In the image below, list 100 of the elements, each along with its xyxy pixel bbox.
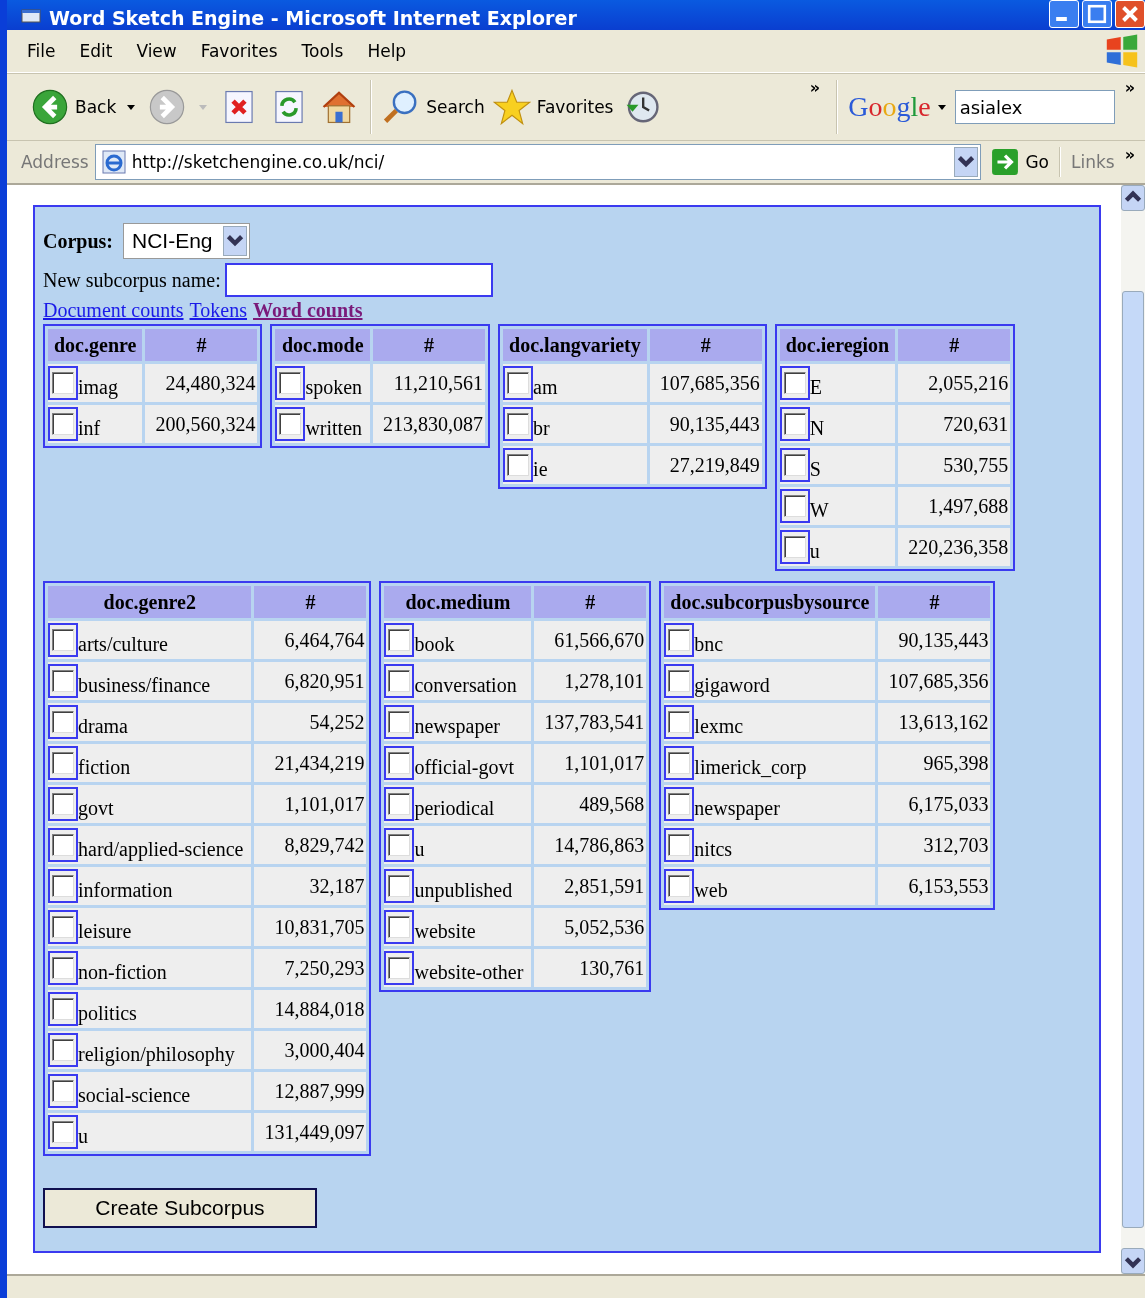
search-button[interactable]: Search bbox=[378, 86, 489, 128]
checkbox[interactable] bbox=[48, 951, 78, 985]
table-cell: 2,055,216 bbox=[898, 364, 1011, 402]
column-header: doc.mode bbox=[275, 329, 371, 361]
search-field[interactable]: asialex bbox=[954, 90, 1115, 124]
table-cell: 107,685,356 bbox=[878, 662, 991, 700]
address-field[interactable]: http://sketchengine.co.uk/nci/ bbox=[94, 144, 982, 180]
menu-item[interactable]: View bbox=[136, 41, 177, 61]
checkbox[interactable] bbox=[275, 407, 306, 441]
value-label: br bbox=[533, 415, 550, 440]
menu-item[interactable]: Edit bbox=[79, 41, 113, 61]
checkbox[interactable] bbox=[48, 787, 78, 821]
table-cell: 1,497,688 bbox=[898, 487, 1011, 525]
column-header: doc.medium bbox=[384, 586, 532, 618]
table-cell: 220,236,358 bbox=[898, 528, 1011, 566]
subcorpus-name-field[interactable] bbox=[224, 263, 493, 297]
checkbox[interactable] bbox=[48, 869, 78, 903]
table-cell: 32,187 bbox=[254, 867, 367, 905]
table-cell: 131,449,097 bbox=[254, 1113, 367, 1151]
table-cell: 13,613,162 bbox=[878, 703, 991, 741]
column-header: # bbox=[254, 586, 367, 618]
checkbox[interactable] bbox=[779, 530, 810, 564]
scrollbar[interactable] bbox=[1121, 185, 1145, 1274]
overflow-chevron[interactable]: » bbox=[1124, 78, 1135, 97]
forward-icon[interactable] bbox=[148, 88, 187, 126]
checkbox[interactable] bbox=[384, 869, 415, 903]
checkbox[interactable] bbox=[48, 407, 78, 441]
value-label: social-science bbox=[78, 1082, 191, 1107]
checkbox[interactable] bbox=[503, 366, 534, 400]
checkbox[interactable] bbox=[779, 407, 810, 441]
go-button[interactable]: Go bbox=[987, 146, 1053, 178]
checkbox[interactable] bbox=[503, 407, 534, 441]
checkbox[interactable] bbox=[384, 787, 415, 821]
subcorpus-name-label: New subcorpus name: bbox=[43, 268, 221, 292]
checkbox[interactable] bbox=[48, 746, 78, 780]
checkbox[interactable] bbox=[48, 910, 78, 944]
checkbox[interactable] bbox=[48, 366, 78, 400]
back-button[interactable]: Back bbox=[27, 86, 121, 128]
corpus-select[interactable]: NCI-Eng bbox=[123, 223, 250, 259]
window-title: Word Sketch Engine - Microsoft Internet Explorer bbox=[49, 6, 578, 30]
close-button[interactable] bbox=[1115, 0, 1145, 28]
checkbox[interactable] bbox=[384, 951, 415, 985]
checkbox[interactable] bbox=[384, 705, 415, 739]
create-subcorpus-button[interactable]: Create Subcorpus bbox=[43, 1188, 317, 1228]
checkbox[interactable] bbox=[664, 746, 695, 780]
count-link[interactable]: Word counts bbox=[253, 299, 363, 322]
menu-item[interactable]: Help bbox=[367, 41, 407, 61]
checkbox[interactable] bbox=[384, 910, 415, 944]
column-header: # bbox=[898, 329, 1011, 361]
checkbox[interactable] bbox=[664, 828, 695, 862]
checkbox[interactable] bbox=[664, 623, 695, 657]
value-label: periodical bbox=[414, 795, 495, 820]
overflow-chevron[interactable]: » bbox=[809, 78, 821, 97]
google-logo[interactable]: Google bbox=[848, 91, 931, 123]
table-cell: 7,250,293 bbox=[254, 949, 367, 987]
checkbox[interactable] bbox=[384, 828, 415, 862]
menu-item[interactable]: Favorites bbox=[200, 41, 278, 61]
caret-icon[interactable] bbox=[936, 102, 947, 112]
value-label: lexmc bbox=[694, 713, 744, 738]
checkbox[interactable] bbox=[275, 366, 306, 400]
checkbox[interactable] bbox=[48, 1115, 78, 1149]
count-link[interactable]: Tokens bbox=[189, 299, 247, 322]
value-label: am bbox=[533, 374, 558, 399]
checkbox[interactable] bbox=[664, 664, 695, 698]
checkbox[interactable] bbox=[48, 1074, 78, 1108]
checkbox[interactable] bbox=[48, 705, 78, 739]
value-label: information bbox=[78, 877, 173, 902]
checkbox[interactable] bbox=[48, 623, 78, 657]
value-label: u bbox=[809, 538, 820, 563]
table-cell: 54,252 bbox=[254, 703, 367, 741]
minimize-button[interactable] bbox=[1049, 0, 1079, 28]
menu-item[interactable]: Tools bbox=[301, 41, 344, 61]
page-icon bbox=[101, 150, 126, 174]
checkbox[interactable] bbox=[779, 448, 810, 482]
checkbox[interactable] bbox=[664, 869, 695, 903]
checkbox[interactable] bbox=[779, 489, 810, 523]
table-cell: 6,153,553 bbox=[878, 867, 991, 905]
favorites-button[interactable]: Favorites bbox=[488, 86, 618, 128]
checkbox[interactable] bbox=[664, 787, 695, 821]
checkbox[interactable] bbox=[779, 366, 810, 400]
caret-icon[interactable] bbox=[126, 102, 137, 112]
links-label[interactable]: Links bbox=[1071, 152, 1115, 172]
table-cell: 11,210,561 bbox=[373, 364, 486, 402]
value-label: ie bbox=[533, 456, 548, 481]
checkbox[interactable] bbox=[48, 664, 78, 698]
table-cell: 489,568 bbox=[534, 785, 647, 823]
menu-item[interactable]: File bbox=[27, 41, 56, 61]
checkbox[interactable] bbox=[664, 705, 695, 739]
checkbox[interactable] bbox=[384, 746, 415, 780]
checkbox[interactable] bbox=[48, 992, 78, 1026]
checkbox[interactable] bbox=[48, 1033, 78, 1067]
value-label: drama bbox=[78, 713, 128, 738]
checkbox[interactable] bbox=[384, 623, 415, 657]
checkbox[interactable] bbox=[503, 448, 534, 482]
maximize-button[interactable] bbox=[1082, 0, 1112, 28]
checkbox[interactable] bbox=[384, 664, 415, 698]
value-label: E bbox=[809, 374, 822, 399]
count-link[interactable]: Document counts bbox=[43, 299, 184, 322]
checkbox[interactable] bbox=[48, 828, 78, 862]
overflow-chevron[interactable]: » bbox=[1124, 145, 1135, 164]
